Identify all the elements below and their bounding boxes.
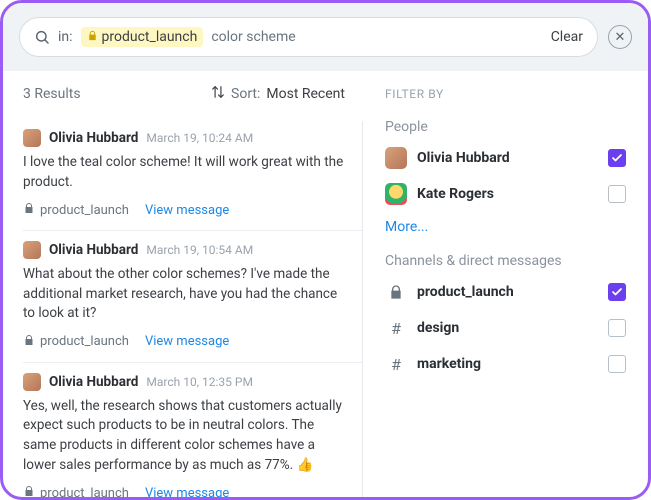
checkbox[interactable] — [608, 319, 626, 337]
filter-row-left: # marketing — [385, 353, 481, 375]
sort-prefix: Sort: — [231, 86, 260, 102]
avatar — [23, 129, 41, 147]
sort-value: Most Recent — [266, 86, 345, 102]
result-footer: product_launch View message — [23, 202, 345, 218]
filter-person-row[interactable]: Kate Rogers — [385, 183, 626, 205]
filter-row-left: product_launch — [385, 281, 514, 303]
filter-channel-row[interactable]: product_launch — [385, 281, 626, 303]
app-frame: in: product_launch color scheme Clear ✕ … — [0, 0, 651, 500]
result-channel[interactable]: product_launch — [23, 334, 129, 350]
sort-icon — [211, 85, 225, 103]
search-bar-area: in: product_launch color scheme Clear ✕ — [3, 3, 648, 71]
filter-column: FILTER BY People Olivia Hubbard Kate Roge… — [363, 71, 648, 497]
filter-row-left: Kate Rogers — [385, 183, 494, 205]
close-icon: ✕ — [615, 31, 626, 44]
result-channel[interactable]: product_launch — [23, 202, 129, 218]
view-message-link[interactable]: View message — [145, 334, 229, 349]
result-timestamp: March 19, 10:24 AM — [146, 131, 253, 145]
filter-people-label: People — [385, 119, 626, 135]
filter-title: FILTER BY — [385, 87, 626, 101]
filter-channel-name: marketing — [417, 356, 481, 372]
filter-row-left: Olivia Hubbard — [385, 147, 510, 169]
thumbs-up-icon: 👍 — [297, 456, 314, 476]
view-message-link[interactable]: View message — [145, 486, 229, 497]
result-timestamp: March 10, 12:35 PM — [146, 375, 253, 389]
result-author: Olivia Hubbard — [49, 374, 138, 390]
results-column: 3 Results Sort: Most Recent Olivia Hubba… — [3, 71, 363, 497]
lock-icon — [23, 202, 35, 218]
checkbox[interactable] — [608, 185, 626, 203]
hash-icon: # — [385, 353, 407, 375]
checkbox[interactable] — [608, 149, 626, 167]
clear-button[interactable]: Clear — [551, 29, 583, 45]
result-header: Olivia Hubbard March 19, 10:24 AM — [23, 129, 345, 147]
result-footer: product_launch View message — [23, 334, 345, 350]
content-body: 3 Results Sort: Most Recent Olivia Hubba… — [3, 71, 648, 497]
filter-row-left: # design — [385, 317, 459, 339]
checkbox[interactable] — [608, 355, 626, 373]
results-list: Olivia Hubbard March 19, 10:24 AM I love t… — [23, 119, 363, 497]
result-footer: product_launch View message — [23, 485, 345, 497]
results-count: 3 Results — [23, 86, 81, 102]
lock-icon — [385, 281, 407, 303]
avatar — [385, 183, 407, 205]
checkbox[interactable] — [608, 283, 626, 301]
result-channel-name: product_launch — [40, 203, 129, 218]
filter-channels-list: product_launch # design # marketing — [385, 281, 626, 375]
avatar — [385, 147, 407, 169]
avatar — [23, 241, 41, 259]
filter-person-name: Kate Rogers — [417, 186, 494, 202]
filter-channel-row[interactable]: # design — [385, 317, 626, 339]
filter-people-list: Olivia Hubbard Kate Rogers — [385, 147, 626, 205]
close-search-button[interactable]: ✕ — [608, 25, 632, 49]
result-author: Olivia Hubbard — [49, 130, 138, 146]
more-people-link[interactable]: More... — [385, 219, 626, 235]
avatar — [23, 373, 41, 391]
filter-channel-name: product_launch — [417, 284, 514, 300]
search-result: Olivia Hubbard March 19, 10:54 AM What abo… — [23, 231, 363, 363]
results-header: 3 Results Sort: Most Recent — [23, 85, 363, 103]
filter-person-name: Olivia Hubbard — [417, 150, 510, 166]
result-header: Olivia Hubbard March 10, 12:35 PM — [23, 373, 345, 391]
hash-icon: # — [385, 317, 407, 339]
result-author: Olivia Hubbard — [49, 242, 138, 258]
result-channel-name: product_launch — [40, 334, 129, 349]
search-scope-chip[interactable]: product_launch — [81, 27, 204, 47]
result-channel[interactable]: product_launch — [23, 485, 129, 497]
search-input-pill[interactable]: in: product_launch color scheme Clear — [19, 17, 598, 57]
filter-channels-label: Channels & direct messages — [385, 253, 626, 269]
search-result: Olivia Hubbard March 10, 12:35 PM Yes, wel… — [23, 363, 363, 497]
search-result: Olivia Hubbard March 19, 10:24 AM I love t… — [23, 119, 363, 231]
result-header: Olivia Hubbard March 19, 10:54 AM — [23, 241, 345, 259]
result-channel-name: product_launch — [40, 486, 129, 497]
lock-icon — [87, 29, 98, 45]
result-body: What about the other color schemes? I've… — [23, 265, 345, 324]
lock-icon — [23, 334, 35, 350]
result-body: I love the teal color scheme! It will wo… — [23, 153, 345, 192]
search-icon — [34, 29, 50, 45]
search-scope-chip-label: product_launch — [102, 29, 198, 45]
lock-icon — [23, 485, 35, 497]
filter-channel-row[interactable]: # marketing — [385, 353, 626, 375]
result-body: Yes, well, the research shows that custo… — [23, 397, 345, 475]
sort-control[interactable]: Sort: Most Recent — [211, 85, 345, 103]
result-timestamp: March 19, 10:54 AM — [146, 243, 253, 257]
filter-channel-name: design — [417, 320, 459, 336]
view-message-link[interactable]: View message — [145, 203, 229, 218]
search-query-text[interactable]: color scheme — [211, 29, 542, 45]
search-scope-prefix: in: — [58, 29, 73, 45]
filter-person-row[interactable]: Olivia Hubbard — [385, 147, 626, 169]
